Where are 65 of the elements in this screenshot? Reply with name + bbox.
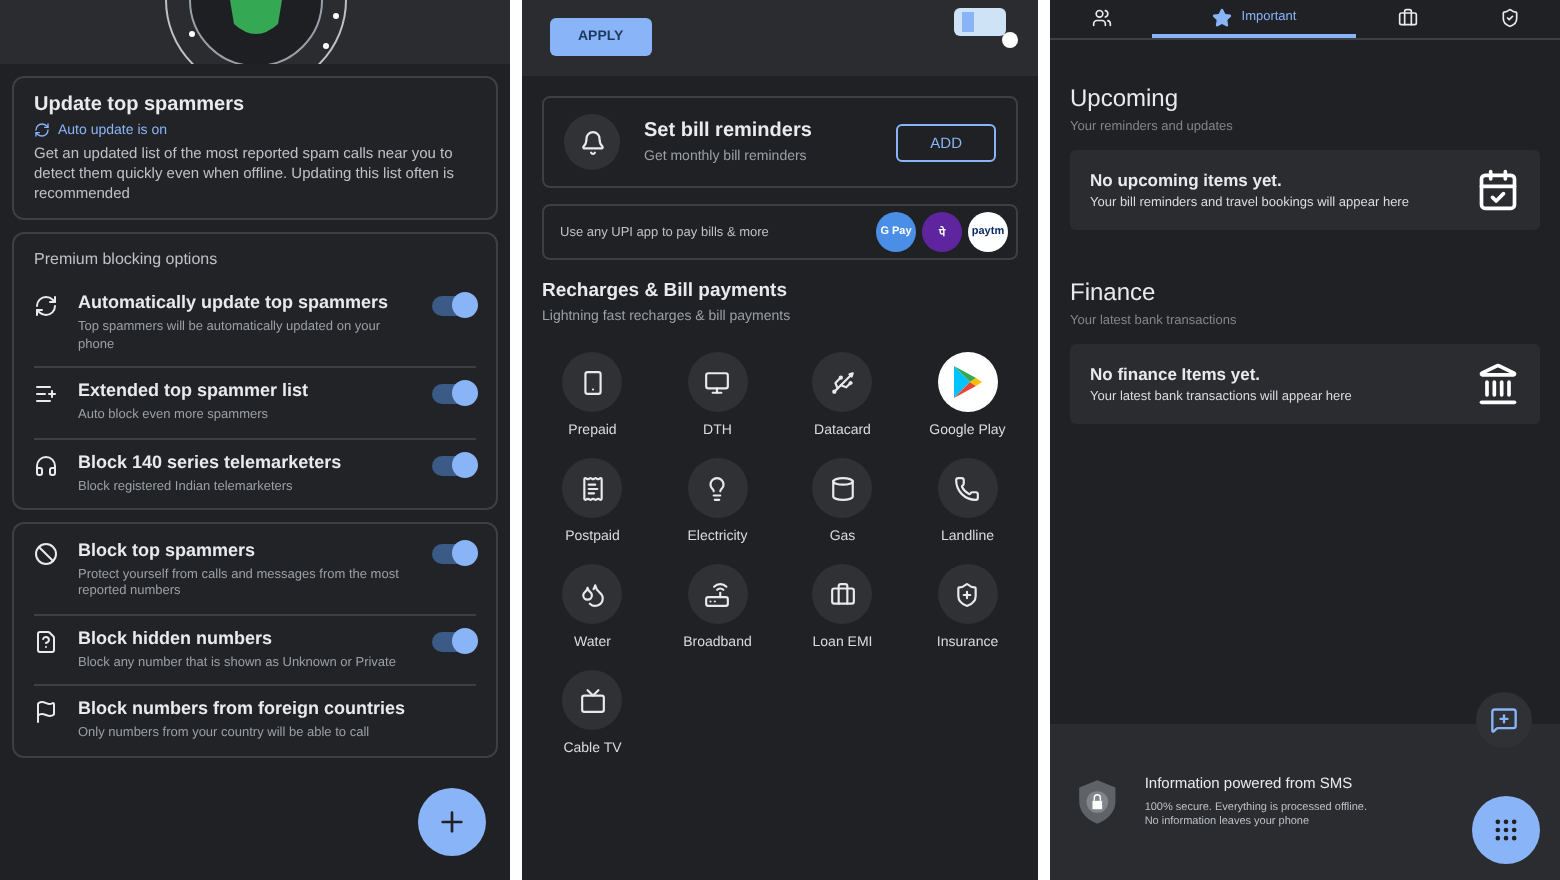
plus-icon [436, 806, 468, 838]
monitor-icon [704, 369, 731, 395]
service-button[interactable] [562, 352, 623, 412]
section-title: Recharges & Bill payments [542, 280, 789, 302]
toggle-switch[interactable] [432, 631, 476, 652]
sync-icon [34, 122, 50, 138]
service-button[interactable] [937, 564, 998, 624]
bank-icon [1476, 362, 1520, 406]
option-title: Block hidden numbers [78, 627, 275, 648]
tv-icon [579, 687, 606, 713]
card-title: No finance Items yet. [1090, 364, 1263, 384]
list-plus-icon [34, 382, 58, 407]
service-button[interactable] [562, 458, 623, 518]
calendar-check-icon [1476, 168, 1520, 212]
smartphone-icon [579, 369, 606, 395]
dialpad-icon [1492, 816, 1520, 844]
card-title: No upcoming items yet. [1090, 170, 1284, 190]
router-icon [704, 581, 731, 607]
new-message-button[interactable] [1476, 692, 1532, 748]
cylinder-icon [829, 475, 856, 501]
dialpad-button[interactable] [1472, 796, 1540, 864]
toggle-switch[interactable] [432, 296, 476, 317]
card-title: Set bill reminders [644, 120, 812, 142]
card-title: Update top spammers [34, 94, 247, 116]
bell-icon [579, 129, 605, 155]
star-icon [1211, 7, 1232, 27]
message-plus-icon [1490, 706, 1518, 734]
service-button[interactable] [562, 670, 623, 730]
shield-icon [1499, 7, 1519, 27]
sync-icon [34, 294, 58, 319]
service-button[interactable] [812, 458, 873, 518]
option-title: Extended top spammer list [78, 380, 311, 401]
phone-question-icon [34, 629, 58, 654]
option-title: Automatically update top spammers [78, 292, 391, 313]
toggle-switch[interactable] [432, 544, 476, 564]
service-button[interactable] [562, 564, 623, 624]
block-icon [34, 542, 58, 566]
add-button[interactable] [418, 788, 486, 856]
briefcase-icon [829, 581, 856, 607]
play-logo-badge[interactable] [937, 352, 998, 412]
section-title: Finance [1070, 278, 1158, 306]
service-button[interactable] [812, 564, 873, 624]
briefcase-icon [1397, 7, 1417, 27]
shield-plus-icon [954, 581, 981, 607]
toggle-switch[interactable] [432, 384, 476, 405]
service-button[interactable] [687, 458, 748, 518]
service-button[interactable] [812, 352, 873, 412]
option-title: Block 140 series telemarketers [78, 451, 344, 472]
option-title: Block top spammers [78, 540, 258, 560]
section-title: Upcoming [1070, 84, 1181, 112]
usb-stick-icon [829, 369, 856, 395]
service-button[interactable] [687, 564, 748, 624]
toggle-switch[interactable] [432, 455, 476, 476]
receipt-icon [579, 475, 606, 501]
option-title: Block numbers from foreign countries [78, 698, 408, 719]
section-heading: Premium blocking options [34, 250, 220, 269]
service-button[interactable] [937, 458, 998, 518]
flag-icon [34, 700, 58, 725]
water-drops-icon [579, 581, 606, 607]
headphones-icon [34, 453, 58, 478]
service-button[interactable] [687, 352, 748, 412]
lightbulb-icon [704, 475, 731, 501]
phone-icon [954, 475, 981, 501]
play-triangle-icon [951, 364, 984, 400]
people-icon [1091, 7, 1111, 27]
